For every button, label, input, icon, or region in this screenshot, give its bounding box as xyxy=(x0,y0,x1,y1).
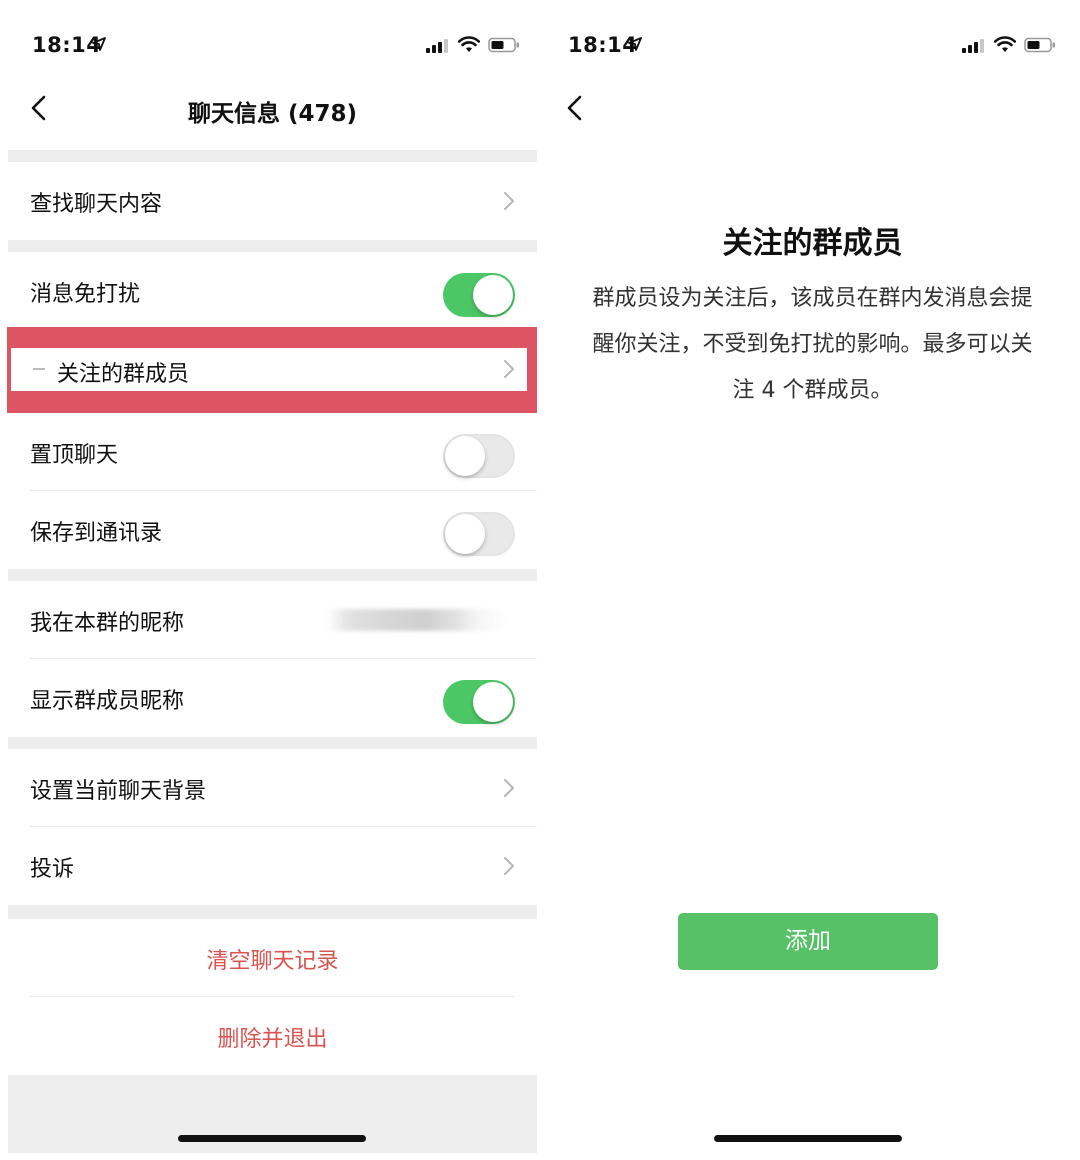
row-label: 我在本群的昵称 xyxy=(30,611,185,636)
clear-history-button[interactable]: 清空聊天记录 xyxy=(8,943,537,975)
signal-icon xyxy=(962,39,984,53)
home-indicator xyxy=(714,1135,902,1142)
clear-history-row: 清空聊天记录 xyxy=(8,919,537,997)
delete-exit-row: 删除并退出 xyxy=(8,997,537,1075)
chat-info-screen: 18:14 聊天信息 (478) 查找聊天内容 消息免打扰 关注的群成员 置顶聊… xyxy=(0,0,545,1160)
show-nicknames-toggle[interactable] xyxy=(443,680,515,724)
chevron-right-icon xyxy=(504,857,514,875)
my-nickname-row[interactable]: 我在本群的昵称 xyxy=(8,581,537,659)
chat-background-row[interactable]: 设置当前聊天背景 xyxy=(8,749,537,827)
save-contacts-toggle[interactable] xyxy=(443,512,515,556)
page-title: 聊天信息 (478) xyxy=(187,101,358,127)
nav-bar xyxy=(545,72,1080,142)
toggle-knob xyxy=(473,275,513,315)
wifi-icon xyxy=(994,36,1016,52)
wifi-icon xyxy=(458,36,480,52)
group-separator xyxy=(8,150,537,162)
toggle-knob xyxy=(473,682,513,722)
row-label: 设置当前聊天背景 xyxy=(30,779,207,804)
group-separator xyxy=(8,569,537,581)
battery-icon xyxy=(488,37,519,53)
mute-toggle[interactable] xyxy=(443,273,515,317)
sticky-toggle[interactable] xyxy=(443,434,515,478)
location-arrow-icon xyxy=(628,37,642,51)
add-button[interactable]: 添加 xyxy=(678,913,938,970)
row-label: 查找聊天内容 xyxy=(30,192,163,217)
chevron-right-icon xyxy=(504,779,514,797)
highlight-box: 关注的群成员 xyxy=(7,327,537,413)
battery-icon xyxy=(1024,37,1055,53)
row-label: 关注的群成员 xyxy=(57,362,190,387)
blurred-nickname xyxy=(327,609,507,631)
row-label: 显示群成员昵称 xyxy=(30,689,185,714)
delete-exit-button[interactable]: 删除并退出 xyxy=(8,1021,537,1053)
focused-members-screen: 18:14 关注的群成员 群成员设为关注后，该成员在群内发消息会提醒你关注，不受… xyxy=(545,0,1080,1160)
dash-mark xyxy=(33,368,45,370)
toggle-knob xyxy=(445,514,485,554)
signal-icon xyxy=(426,39,448,53)
show-nicknames-row: 显示群成员昵称 xyxy=(8,659,537,737)
row-label: 消息免打扰 xyxy=(30,282,141,307)
chevron-right-icon xyxy=(504,360,514,378)
location-arrow-icon xyxy=(92,37,106,51)
chevron-right-icon xyxy=(504,192,514,210)
page-title: 关注的群成员 xyxy=(722,226,903,261)
description-text: 群成员设为关注后，该成员在群内发消息会提醒你关注，不受到免打扰的影响。最多可以关… xyxy=(592,286,1033,403)
mute-row: 消息免打扰 xyxy=(8,252,537,330)
toggle-knob xyxy=(445,436,485,476)
group-separator xyxy=(8,240,537,252)
row-label: 置顶聊天 xyxy=(30,443,119,468)
group-separator xyxy=(8,737,537,749)
focused-members-row[interactable]: 关注的群成员 xyxy=(11,348,527,391)
sticky-chat-row: 置顶聊天 xyxy=(8,413,537,491)
group-separator xyxy=(8,905,537,919)
row-label: 保存到通讯录 xyxy=(30,521,163,546)
save-contacts-row: 保存到通讯录 xyxy=(8,491,537,569)
nav-bar: 聊天信息 (478) xyxy=(0,72,545,142)
back-chevron-icon[interactable] xyxy=(564,94,588,122)
search-chat-row[interactable]: 查找聊天内容 xyxy=(8,162,537,240)
home-indicator xyxy=(178,1135,366,1142)
row-label: 投诉 xyxy=(30,857,75,882)
report-row[interactable]: 投诉 xyxy=(8,827,537,905)
